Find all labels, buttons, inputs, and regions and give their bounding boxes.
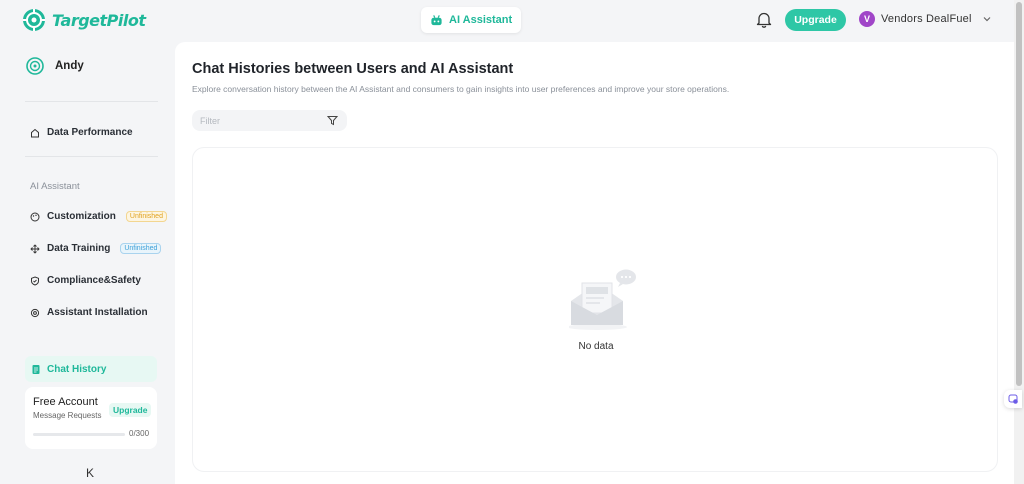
section-label-ai-assistant: AI Assistant xyxy=(30,181,80,192)
sidebar-item-label: Data Training xyxy=(47,243,111,254)
sidebar-item-data-performance[interactable]: Data Performance xyxy=(30,127,133,138)
ai-tab-label: AI Assistant xyxy=(449,14,513,26)
chat-history-icon xyxy=(32,364,40,374)
scrollbar[interactable] xyxy=(1014,0,1024,484)
brand-name: TargetPilot xyxy=(52,10,146,30)
account-menu[interactable]: V Vendors DealFuel xyxy=(859,11,992,27)
bell-icon[interactable] xyxy=(756,11,772,28)
sidebar-item-compliance-safety[interactable]: Compliance&Safety xyxy=(30,275,141,286)
filter-input[interactable] xyxy=(192,110,347,131)
account-name: Vendors DealFuel xyxy=(881,13,972,25)
collapse-sidebar-button[interactable]: K xyxy=(86,466,94,480)
brand-logo[interactable]: TargetPilot xyxy=(22,8,146,32)
sidebar-item-label: Compliance&Safety xyxy=(47,275,141,286)
sidebar-item-label: Data Performance xyxy=(47,127,133,138)
move-icon xyxy=(30,243,40,254)
settings-icon xyxy=(30,308,40,317)
message-count: 0/300 xyxy=(129,429,150,438)
upgrade-button[interactable]: Upgrade xyxy=(785,9,846,31)
status-badge: Unfinished xyxy=(125,211,167,222)
home-icon xyxy=(31,128,39,137)
divider xyxy=(25,156,158,157)
user-profile[interactable]: Andy xyxy=(25,56,84,76)
tab-ai-assistant[interactable]: AI Assistant xyxy=(421,7,522,33)
user-name: Andy xyxy=(55,60,84,72)
robot-icon xyxy=(431,14,442,25)
plan-subtitle: Message Requests xyxy=(33,411,102,420)
scrollbar-thumb[interactable] xyxy=(1016,2,1022,386)
plan-title: Free Account xyxy=(33,396,98,408)
filter-icon[interactable] xyxy=(327,115,338,126)
sidebar-item-chat-history[interactable]: Chat History xyxy=(25,356,157,382)
shield-icon xyxy=(31,275,39,286)
sidebar-item-label: Chat History xyxy=(47,363,107,375)
status-badge: Unfinished xyxy=(120,243,162,254)
avatar: V xyxy=(859,11,875,27)
sidebar-item-assistant-installation[interactable]: Assistant Installation xyxy=(30,307,148,318)
page-description: Explore conversation history between the… xyxy=(192,84,730,94)
sidebar: Andy Data Performance AI Assistant Custo… xyxy=(0,42,175,484)
floating-chat-widget[interactable] xyxy=(1004,390,1022,408)
top-bar: TargetPilot AI Assistant Upgrade V Vendo… xyxy=(0,0,1014,42)
chat-widget-icon xyxy=(1008,394,1018,404)
sidebar-item-data-training[interactable]: Data Training Unfinished xyxy=(30,243,162,254)
page-title: Chat Histories between Users and AI Assi… xyxy=(192,61,514,77)
message-progress-bar xyxy=(33,433,125,436)
sidebar-item-customization[interactable]: Customization Unfinished xyxy=(30,211,167,222)
chat-history-panel: No data xyxy=(192,147,998,472)
plan-card: Free Account Message Requests Upgrade 0/… xyxy=(25,387,157,449)
chevron-down-icon xyxy=(983,17,991,22)
empty-inbox-icon xyxy=(569,269,636,330)
palette-icon xyxy=(30,212,40,221)
divider xyxy=(25,101,158,102)
sidebar-item-label: Assistant Installation xyxy=(47,307,148,318)
empty-state-text: No data xyxy=(578,341,614,352)
plan-upgrade-button[interactable]: Upgrade xyxy=(109,403,152,417)
main-content: Chat Histories between Users and AI Assi… xyxy=(175,42,1014,484)
sidebar-item-label: Customization xyxy=(47,211,116,222)
user-avatar-icon xyxy=(26,57,44,75)
target-logo-icon xyxy=(23,9,45,31)
